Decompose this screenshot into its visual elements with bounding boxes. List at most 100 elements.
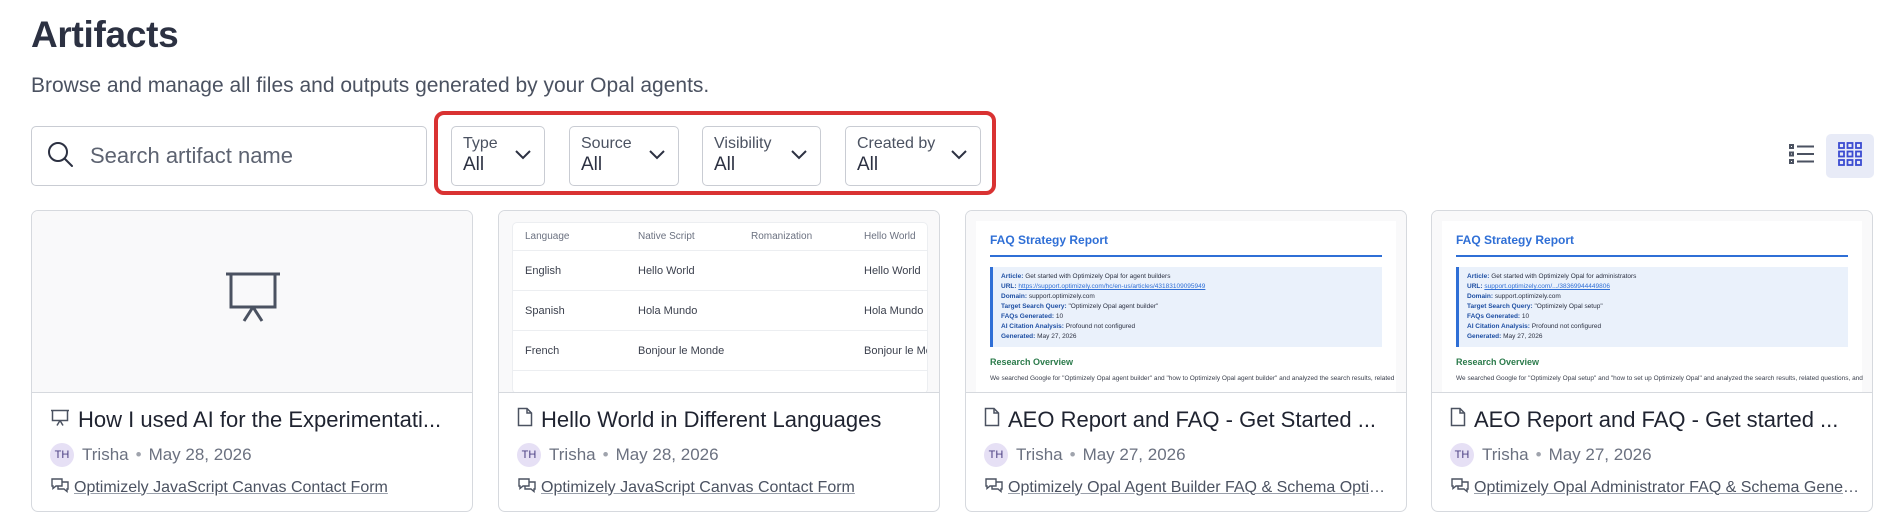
field-value: "Optimizely Opal agent builder" <box>1068 303 1159 310</box>
field-value: May 27, 2026 <box>1037 333 1077 340</box>
created-date: May 28, 2026 <box>148 445 252 464</box>
field-label: AI Citation Analysis: <box>1001 323 1064 330</box>
table-cell: Hola Mundo <box>864 304 924 317</box>
field-value: Profound not configured <box>1531 323 1602 330</box>
card-project-link[interactable]: Optimizely Opal Agent Builder FAQ & Sche… <box>984 477 1394 498</box>
report-section-heading: Research Overview <box>990 357 1074 367</box>
page-title: Artifacts <box>31 14 179 55</box>
separator-dot: • <box>135 445 142 464</box>
search-input[interactable] <box>90 143 410 169</box>
table-header-cell: Language <box>525 231 570 242</box>
card-meta: TH Trisha • May 27, 2026 <box>984 443 1186 467</box>
table-cell: French <box>525 344 560 357</box>
card-project-link[interactable]: Optimizely JavaScript Canvas Contact For… <box>517 477 927 498</box>
created-date: May 27, 2026 <box>1548 445 1652 464</box>
author-name: Trisha <box>1016 445 1063 464</box>
chat-icon <box>517 477 537 498</box>
field-label: Generated: <box>1467 333 1502 340</box>
avatar: TH <box>50 443 74 467</box>
search-box[interactable] <box>31 126 427 186</box>
document-icon <box>517 407 533 433</box>
card-project-link[interactable]: Optimizely JavaScript Canvas Contact For… <box>50 477 460 498</box>
author-name: Trisha <box>82 445 129 464</box>
created-date: May 28, 2026 <box>615 445 719 464</box>
report-paragraph: We searched Google for "Optimizely Opal … <box>990 375 1395 382</box>
card-meta: TH Trisha • May 27, 2026 <box>1450 443 1652 467</box>
table-cell: Hello World <box>638 264 695 277</box>
chat-icon <box>1450 477 1470 498</box>
author-name: Trisha <box>1482 445 1529 464</box>
author-name: Trisha <box>549 445 596 464</box>
field-label: AI Citation Analysis: <box>1467 323 1530 330</box>
report-section-heading: Research Overview <box>1456 357 1540 367</box>
artifact-card[interactable]: How I used AI for the Experimentati... T… <box>31 210 473 512</box>
field-label: Domain: <box>1467 293 1493 300</box>
report-summary-box: Article: Get started with Optimizely Opa… <box>1456 267 1848 347</box>
report-url-link: https://support.optimizely.com/hc/en-us/… <box>1018 283 1206 290</box>
artifact-card[interactable]: FAQ Strategy Report Article: Get started… <box>965 210 1407 512</box>
report-title: FAQ Strategy Report <box>990 233 1382 257</box>
report-summary-box: Article: Get started with Optimizely Opa… <box>990 267 1382 347</box>
page-subtitle: Browse and manage all files and outputs … <box>31 74 710 97</box>
document-icon <box>984 407 1000 433</box>
field-label: FAQs Generated: <box>1467 313 1521 320</box>
card-thumbnail: FAQ Strategy Report Article: Get started… <box>1432 211 1872 393</box>
card-thumbnail: Language Native Script Romanization Hell… <box>499 211 939 393</box>
report-url-link: support.optimizely.com/.../3836994444980… <box>1484 283 1610 290</box>
chat-icon <box>984 477 1004 498</box>
card-meta: TH Trisha • May 28, 2026 <box>50 443 252 467</box>
card-thumbnail <box>32 211 472 393</box>
list-view-icon <box>1789 143 1815 170</box>
card-title[interactable]: How I used AI for the Experimentati... <box>50 407 460 433</box>
field-label: URL: <box>1001 283 1017 290</box>
card-title[interactable]: AEO Report and FAQ - Get started ... <box>1450 407 1860 433</box>
field-value: Profound not configured <box>1065 323 1136 330</box>
report-preview: FAQ Strategy Report Article: Get started… <box>976 221 1396 392</box>
avatar: TH <box>517 443 541 467</box>
card-meta: TH Trisha • May 28, 2026 <box>517 443 719 467</box>
filter-visibility[interactable]: Visibility All <box>702 126 821 186</box>
field-value: May 27, 2026 <box>1503 333 1543 340</box>
table-row: French Bonjour le Monde Bonjour le Mo <box>513 331 927 371</box>
chat-icon <box>50 477 70 498</box>
field-value: Get started with Optimizely Opal for adm… <box>1491 273 1637 280</box>
table-cell: Bonjour le Monde <box>638 344 725 357</box>
document-icon <box>1450 407 1466 433</box>
field-value: support.optimizely.com <box>1494 293 1561 300</box>
grid-view-button[interactable] <box>1826 134 1874 178</box>
table-header-cell: Native Script <box>638 231 695 242</box>
table-header-row: Language Native Script Romanization Hell… <box>513 223 927 251</box>
avatar: TH <box>984 443 1008 467</box>
filter-type[interactable]: Type All <box>451 126 545 186</box>
field-label: Target Search Query: <box>1467 303 1533 310</box>
table-cell: English <box>525 264 562 277</box>
separator-dot: • <box>602 445 609 464</box>
card-title[interactable]: Hello World in Different Languages <box>517 407 927 433</box>
separator-dot: • <box>1069 445 1076 464</box>
table-header-cell: Romanization <box>751 231 813 242</box>
card-title[interactable]: AEO Report and FAQ - Get Started ... <box>984 407 1394 433</box>
field-label: Target Search Query: <box>1001 303 1067 310</box>
field-label: Article: <box>1001 273 1024 280</box>
report-preview: FAQ Strategy Report Article: Get started… <box>1442 221 1863 392</box>
field-label: FAQs Generated: <box>1001 313 1055 320</box>
field-value: "Optimizely Opal setup" <box>1534 303 1603 310</box>
artifact-card[interactable]: FAQ Strategy Report Article: Get started… <box>1431 210 1873 512</box>
artifact-card[interactable]: Language Native Script Romanization Hell… <box>498 210 940 512</box>
report-paragraph: We searched Google for "Optimizely Opal … <box>1456 375 1863 382</box>
table-cell: Hello World <box>864 264 921 277</box>
card-project-link[interactable]: Optimizely Opal Administrator FAQ & Sche… <box>1450 477 1860 498</box>
created-date: May 27, 2026 <box>1082 445 1186 464</box>
field-value: 10 <box>1055 313 1064 320</box>
filter-created-by[interactable]: Created by All <box>845 126 981 186</box>
list-view-button[interactable] <box>1780 134 1824 178</box>
field-label: URL: <box>1467 283 1483 290</box>
field-label: Generated: <box>1001 333 1036 340</box>
filter-source[interactable]: Source All <box>569 126 679 186</box>
field-value: Get started with Optimizely Opal for age… <box>1025 273 1171 280</box>
avatar: TH <box>1450 443 1474 467</box>
field-label: Article: <box>1467 273 1490 280</box>
search-icon <box>46 140 74 173</box>
report-title: FAQ Strategy Report <box>1456 233 1848 257</box>
field-value: support.optimizely.com <box>1028 293 1095 300</box>
